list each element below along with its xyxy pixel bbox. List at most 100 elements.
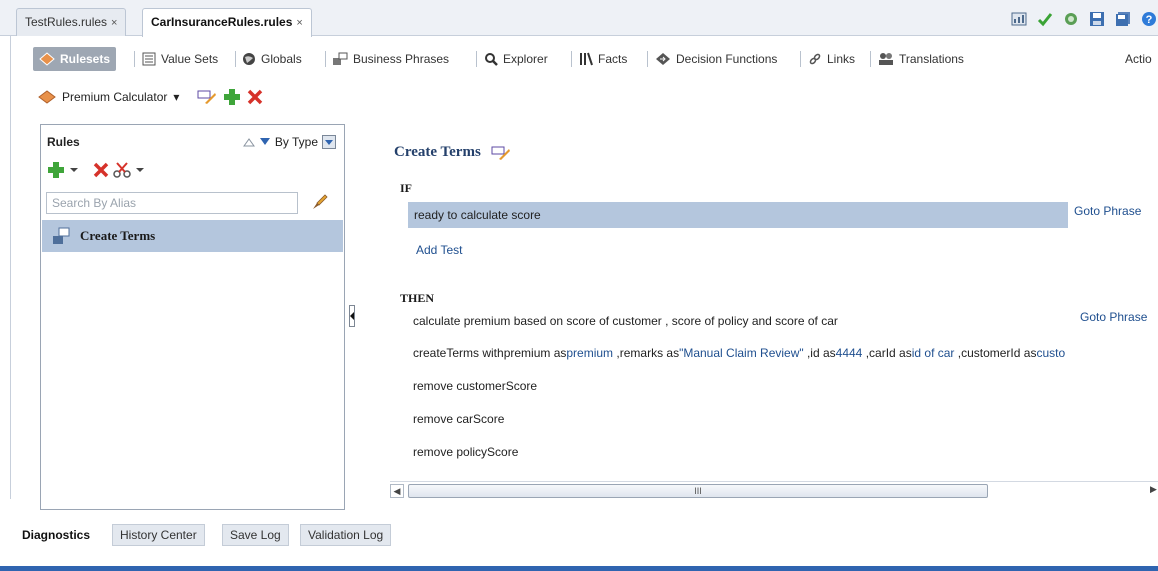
action-row[interactable]: remove carScore (413, 412, 504, 426)
tab-history-center[interactable]: History Center (112, 524, 205, 546)
close-icon[interactable]: × (111, 17, 117, 29)
action-row[interactable]: createTerms withpremium aspremium ,remar… (413, 346, 1065, 360)
rules-panel-title: Rules (47, 135, 80, 149)
value-sets-icon (142, 52, 156, 66)
scrollbar-thumb[interactable]: III (408, 484, 988, 498)
condition-text[interactable]: ready to calculate score (414, 208, 541, 222)
search-icon (485, 53, 498, 66)
divider (134, 51, 135, 67)
panel-splitter[interactable] (349, 305, 355, 327)
divider (476, 51, 477, 67)
tab-label: Translations (899, 52, 964, 66)
validate-check-icon[interactable] (1036, 10, 1054, 28)
action-value[interactable]: id of car (912, 346, 955, 360)
action-text[interactable]: remove policyScore (413, 445, 518, 459)
scroll-right-icon[interactable]: ▶ (1150, 484, 1157, 495)
sort-descending-icon[interactable] (259, 137, 271, 147)
tab-label: Decision Functions (676, 52, 778, 66)
delete-icon[interactable] (247, 89, 263, 105)
ruleset-selector[interactable]: Premium Calculator (62, 90, 167, 104)
action-text[interactable]: remove carScore (413, 412, 504, 426)
translations-icon (879, 53, 893, 65)
rules-panel: Rules By Type Create Terms (40, 124, 345, 510)
action-row[interactable]: remove policyScore (413, 445, 518, 459)
search-by-alias-input[interactable] (46, 192, 298, 214)
action-text: ,remarks as (613, 346, 680, 360)
tab-carinsurancerules[interactable]: CarInsuranceRules.rules × (142, 8, 312, 37)
chevron-down-icon[interactable] (69, 165, 79, 175)
tab-value-sets[interactable]: Value Sets (142, 47, 218, 71)
divider (800, 51, 801, 67)
sort-controls: By Type (242, 135, 336, 149)
close-icon[interactable]: × (296, 17, 302, 29)
rule-list-item[interactable]: Create Terms (42, 220, 343, 252)
sort-ascending-icon[interactable] (242, 137, 255, 147)
action-text[interactable]: calculate premium based on score of cust… (413, 314, 838, 328)
action-value[interactable]: custo (1036, 346, 1065, 360)
save-icon[interactable] (1088, 10, 1106, 28)
rule-icon (53, 227, 70, 244)
brush-icon[interactable] (310, 193, 328, 214)
ruleset-nav-tabs: Rulesets Value Sets Globals Business Phr… (14, 44, 1158, 74)
tab-diagnostics[interactable]: Diagnostics (14, 524, 99, 546)
action-value[interactable]: "Manual Claim Review" (679, 346, 804, 360)
divider (870, 51, 871, 67)
divider (647, 51, 648, 67)
scroll-left-icon[interactable]: ◀ (390, 484, 404, 498)
if-condition-row[interactable]: ready to calculate score (408, 202, 1068, 228)
add-rule-icon[interactable] (47, 161, 65, 179)
tab-save-log[interactable]: Save Log (222, 524, 289, 546)
action-row[interactable]: remove customerScore (413, 379, 537, 393)
tab-label: Facts (598, 52, 628, 66)
globe-icon (243, 53, 255, 65)
goto-phrase-link[interactable]: Goto Phrase (1080, 310, 1147, 324)
tab-label: Links (827, 52, 856, 66)
goto-phrase-link[interactable]: Goto Phrase (1074, 204, 1141, 218)
editor-tab-bar: TestRules.rules × CarInsuranceRules.rules… (0, 0, 1158, 37)
tab-links[interactable]: Links (808, 47, 855, 71)
tab-testrules[interactable]: TestRules.rules × (16, 8, 127, 36)
actions-menu[interactable]: Actio (1125, 47, 1152, 71)
tab-facts[interactable]: Facts (579, 47, 627, 71)
action-row[interactable]: calculate premium based on score of cust… (413, 314, 838, 328)
delete-rule-icon[interactable] (93, 162, 109, 178)
tab-explorer[interactable]: Explorer (484, 47, 548, 71)
actions-label: Actio (1125, 52, 1152, 66)
divider (325, 51, 326, 67)
rule-title: Create Terms (394, 144, 511, 161)
scrollbar-grip: III (694, 486, 702, 496)
chevron-down-icon[interactable] (135, 165, 145, 175)
tab-decision-functions[interactable]: Decision Functions (655, 47, 777, 71)
horizontal-scrollbar[interactable]: ◀ III ▶ (390, 481, 1158, 499)
save-all-icon[interactable] (1114, 10, 1132, 28)
action-value[interactable]: premium (566, 346, 613, 360)
add-icon[interactable] (223, 88, 241, 106)
tab-validation-log[interactable]: Validation Log (300, 524, 392, 546)
status-accent-bar (0, 566, 1158, 571)
tab-business-phrases[interactable]: Business Phrases (332, 47, 449, 71)
tab-rulesets[interactable]: Rulesets (33, 47, 117, 71)
action-text: createTerms withpremium as (413, 346, 567, 360)
tab-label: TestRules.rules (25, 15, 108, 29)
tab-label: CarInsuranceRules.rules (151, 15, 293, 29)
action-value[interactable]: 4444 (836, 346, 863, 360)
chevron-down-icon[interactable]: ▾ (173, 90, 179, 104)
cut-icon[interactable] (113, 162, 131, 178)
rules-toolbar (47, 161, 145, 179)
decision-function-icon (656, 53, 670, 65)
refresh-icon[interactable] (1062, 10, 1080, 28)
tab-globals[interactable]: Globals (242, 47, 302, 71)
ruleset-icon (39, 52, 55, 66)
add-test-link[interactable]: Add Test (416, 243, 462, 257)
action-text[interactable]: remove customerScore (413, 379, 537, 393)
help-icon[interactable]: ? (1140, 10, 1158, 28)
tab-translations[interactable]: Translations (878, 47, 964, 71)
action-text: ,customerId as (954, 346, 1037, 360)
edit-alias-icon[interactable] (491, 145, 511, 161)
report-icon[interactable] (1010, 10, 1028, 28)
collapse-left-icon (350, 312, 354, 320)
ruleset-icon (38, 90, 56, 104)
divider (235, 51, 236, 67)
edit-alias-icon[interactable] (197, 89, 217, 105)
sort-dropdown-icon[interactable] (322, 135, 336, 149)
